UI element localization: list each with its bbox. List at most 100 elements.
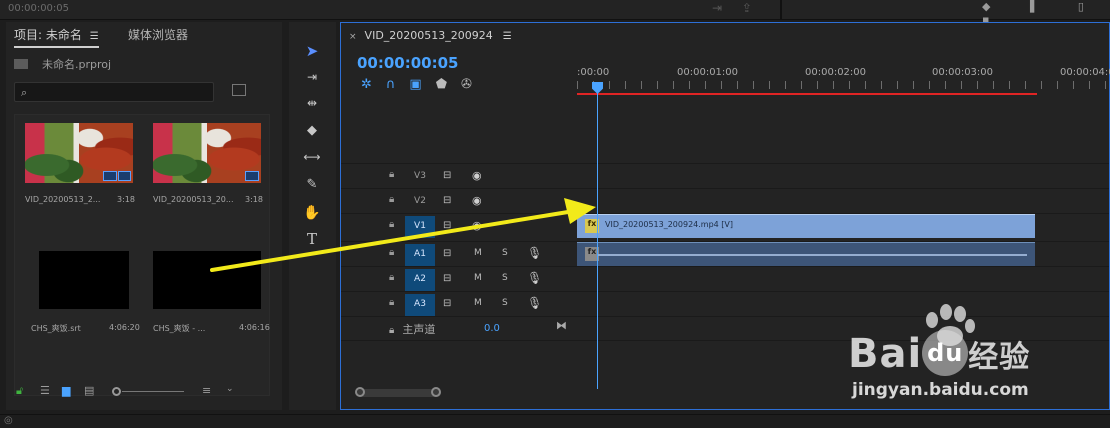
pen-tool-icon[interactable]: ✎ xyxy=(301,174,323,196)
search-input[interactable]: ⌕ xyxy=(14,82,214,102)
selection-tool-icon[interactable]: ➤ xyxy=(301,40,323,62)
search-icon: ⌕ xyxy=(21,86,28,99)
sync-lock-icon[interactable]: ⊟ xyxy=(443,298,451,309)
ripple-edit-tool-icon[interactable]: ⇹ xyxy=(301,92,323,114)
hand-tool-icon[interactable]: ✋ xyxy=(301,202,323,224)
work-area-bar[interactable] xyxy=(577,93,1037,95)
track-name[interactable]: A2 xyxy=(405,269,435,291)
nest-icon[interactable]: ✲ xyxy=(361,77,386,92)
solo-button[interactable]: S xyxy=(502,248,508,258)
track-name[interactable]: A1 xyxy=(405,244,435,266)
microphone-icon[interactable]: 🎙︎ xyxy=(527,246,542,260)
track-row-v2[interactable]: 🔒︎ V2 ⊟ ◉ xyxy=(341,188,1109,213)
track-name[interactable]: V3 xyxy=(405,166,435,188)
freeform-view-icon[interactable]: ▤ xyxy=(84,384,94,397)
project-panel: 项目: 未命名 ☰ 媒体浏览器 未命名.prproj ⌕ VID_2020051… xyxy=(6,22,282,410)
video-clip[interactable]: fx VID_20200513_200924.mp4 [V] xyxy=(577,214,1035,238)
item-duration: 3:18 xyxy=(117,195,135,204)
track-select-tool-icon[interactable]: ⇥ xyxy=(301,66,323,88)
icon-view-icon[interactable]: ▆ xyxy=(62,384,70,397)
solo-button[interactable]: S xyxy=(502,273,508,283)
sequence-tab[interactable]: × VID_20200513_200924 ☰ xyxy=(349,29,512,42)
status-icon[interactable]: ◎ xyxy=(4,415,13,426)
solo-button[interactable]: S xyxy=(502,298,508,308)
new-bin-icon[interactable] xyxy=(232,84,246,96)
timeline-toolbar: ✲∩▣⬟✇ xyxy=(361,77,486,92)
linked-selection-icon[interactable]: ▣ xyxy=(409,77,435,92)
track-row-a2[interactable]: 🔒︎ A2 ⊟ M S 🎙︎ xyxy=(341,266,1109,291)
microphone-icon[interactable]: 🎙︎ xyxy=(527,296,542,310)
track-row-a3[interactable]: 🔒︎ A3 ⊟ M S 🎙︎ xyxy=(341,291,1109,316)
master-label: 主声道 xyxy=(402,323,436,336)
mute-button[interactable]: M xyxy=(474,273,482,283)
project-items-grid: VID_20200513_2... 3:18 VID_20200513_20..… xyxy=(14,114,270,396)
lock-icon[interactable]: 🔒︎ xyxy=(389,297,394,308)
zoom-slider-handle[interactable] xyxy=(112,387,121,396)
video-thumbnail xyxy=(153,123,261,183)
eye-icon[interactable]: ◉ xyxy=(472,219,482,232)
video-clip-label: VID_20200513_200924.mp4 [V] xyxy=(605,220,734,229)
sync-lock-icon[interactable]: ⊟ xyxy=(443,248,451,259)
scrollbar-handle-left[interactable] xyxy=(355,387,365,397)
project-footer: 🔓︎ ☰ ▆ ▤ ≡ ⌄ xyxy=(14,384,274,400)
lock-icon[interactable]: 🔒︎ xyxy=(389,219,394,230)
ruler-label: 00:00:01:00 xyxy=(677,67,739,78)
lock-icon[interactable]: 🔒︎ xyxy=(389,194,394,205)
ruler-label: 00:00:02:00 xyxy=(805,67,867,78)
sync-lock-icon[interactable]: ⊟ xyxy=(443,195,451,206)
track-name[interactable]: A3 xyxy=(405,294,435,316)
eye-icon[interactable]: ◉ xyxy=(472,194,482,207)
time-ruler[interactable] xyxy=(577,81,1110,89)
razor-tool-icon[interactable]: ◆ xyxy=(301,120,323,142)
project-item[interactable]: VID_20200513_20... 3:18 xyxy=(153,123,281,227)
slip-tool-icon[interactable]: ⟷ xyxy=(301,146,323,168)
type-tool-icon[interactable]: T xyxy=(301,228,323,250)
scrollbar-handle-right[interactable] xyxy=(431,387,441,397)
lock-icon[interactable]: 🔒︎ xyxy=(389,169,394,180)
sync-lock-icon[interactable]: ⊟ xyxy=(443,170,451,181)
playhead-line[interactable] xyxy=(597,93,598,389)
close-icon[interactable]: × xyxy=(349,32,357,42)
panel-menu-icon[interactable]: ☰ xyxy=(90,31,99,42)
panel-menu-icon[interactable]: ☰ xyxy=(503,31,512,42)
track-row-v3[interactable]: 🔒︎ V3 ⊟ ◉ xyxy=(341,163,1109,188)
zoom-scrollbar[interactable] xyxy=(357,389,441,397)
add-marker-icon[interactable]: ⬟ xyxy=(436,77,461,92)
master-volume-value[interactable]: 0.0 xyxy=(484,323,500,334)
audio-clip[interactable]: fx xyxy=(577,242,1035,266)
project-item[interactable]: CHS_爽饭 - ... 4:06:16 xyxy=(153,251,281,355)
track-name[interactable]: V2 xyxy=(405,191,435,213)
sort-icon[interactable]: ≡ xyxy=(202,384,211,397)
export-icons[interactable]: ⇥ ⇪ xyxy=(712,1,760,15)
sync-lock-icon[interactable]: ⊟ xyxy=(443,273,451,284)
mute-button[interactable]: M xyxy=(474,298,482,308)
track-name[interactable]: V1 xyxy=(405,216,435,238)
tab-media-browser[interactable]: 媒体浏览器 xyxy=(128,26,188,43)
tab-project[interactable]: 项目: 未命名 ☰ xyxy=(14,26,99,48)
wrench-icon[interactable]: ✇ xyxy=(461,77,486,92)
lock-icon[interactable]: 🔒︎ xyxy=(389,247,394,258)
lock-icon[interactable]: 🔒︎ xyxy=(389,325,394,336)
project-item[interactable]: CHS_爽饭.srt 4:06:20 xyxy=(25,251,153,355)
lock-icon[interactable]: 🔓︎ xyxy=(16,384,23,398)
ruler-label: 00:00:04:0 xyxy=(1060,67,1110,78)
go-to-end-icon[interactable]: ⧓ xyxy=(556,319,567,332)
item-duration: 3:18 xyxy=(245,195,263,204)
playhead-timecode[interactable]: 00:00:00:05 xyxy=(357,54,459,72)
chevron-down-icon[interactable]: ⌄ xyxy=(226,384,234,394)
eye-icon[interactable]: ◉ xyxy=(472,169,482,182)
project-item[interactable]: VID_20200513_2... 3:18 xyxy=(25,123,153,227)
zoom-slider-track[interactable] xyxy=(122,391,184,392)
list-view-icon[interactable]: ☰ xyxy=(40,384,50,397)
item-duration: 4:06:20 xyxy=(109,323,140,332)
sequence-name: VID_20200513_200924 xyxy=(364,29,493,42)
mute-button[interactable]: M xyxy=(474,248,482,258)
microphone-icon[interactable]: 🎙︎ xyxy=(527,271,542,285)
sync-lock-icon[interactable]: ⊟ xyxy=(443,220,451,231)
caption-thumbnail xyxy=(39,251,129,309)
ruler-label: :00:00 xyxy=(577,67,610,78)
video-thumbnail xyxy=(25,123,133,183)
lock-icon[interactable]: 🔒︎ xyxy=(389,272,394,283)
item-duration: 4:06:16 xyxy=(239,323,270,332)
snap-icon[interactable]: ∩ xyxy=(386,77,410,92)
